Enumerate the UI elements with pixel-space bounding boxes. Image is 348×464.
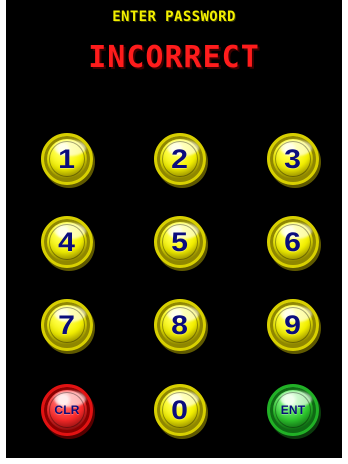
key-1-label: 1 bbox=[58, 143, 76, 174]
key-5-label: 5 bbox=[171, 226, 189, 257]
key-0-button[interactable]: 0 bbox=[154, 384, 206, 436]
incorrect-status: INCORRECT bbox=[88, 40, 260, 75]
key-3-label: 3 bbox=[284, 143, 302, 174]
clear-button[interactable]: CLR bbox=[41, 384, 93, 436]
key-9-button[interactable]: 9 bbox=[267, 299, 319, 351]
key-9-label: 9 bbox=[284, 309, 302, 340]
enter-button-label: ENT bbox=[280, 403, 306, 417]
key-6-button[interactable]: 6 bbox=[267, 216, 319, 268]
clear-button-label: CLR bbox=[54, 403, 80, 417]
key-1-button[interactable]: 1 bbox=[41, 133, 93, 185]
key-2-button[interactable]: 2 bbox=[154, 133, 206, 185]
key-6-label: 6 bbox=[284, 226, 302, 257]
key-5-button[interactable]: 5 bbox=[154, 216, 206, 268]
key-7-button[interactable]: 7 bbox=[41, 299, 93, 351]
password-keypad-screen: ENTER PASSWORD INCORRECT 1 2 3 4 5 6 7 8… bbox=[6, 0, 342, 458]
key-4-label: 4 bbox=[58, 226, 76, 257]
key-7-label: 7 bbox=[58, 309, 76, 340]
key-4-button[interactable]: 4 bbox=[41, 216, 93, 268]
enter-password-prompt: ENTER PASSWORD bbox=[112, 9, 236, 25]
enter-button[interactable]: ENT bbox=[267, 384, 319, 436]
key-8-button[interactable]: 8 bbox=[154, 299, 206, 351]
key-8-label: 8 bbox=[171, 309, 189, 340]
key-2-label: 2 bbox=[171, 143, 189, 174]
key-3-button[interactable]: 3 bbox=[267, 133, 319, 185]
key-0-label: 0 bbox=[171, 394, 189, 425]
